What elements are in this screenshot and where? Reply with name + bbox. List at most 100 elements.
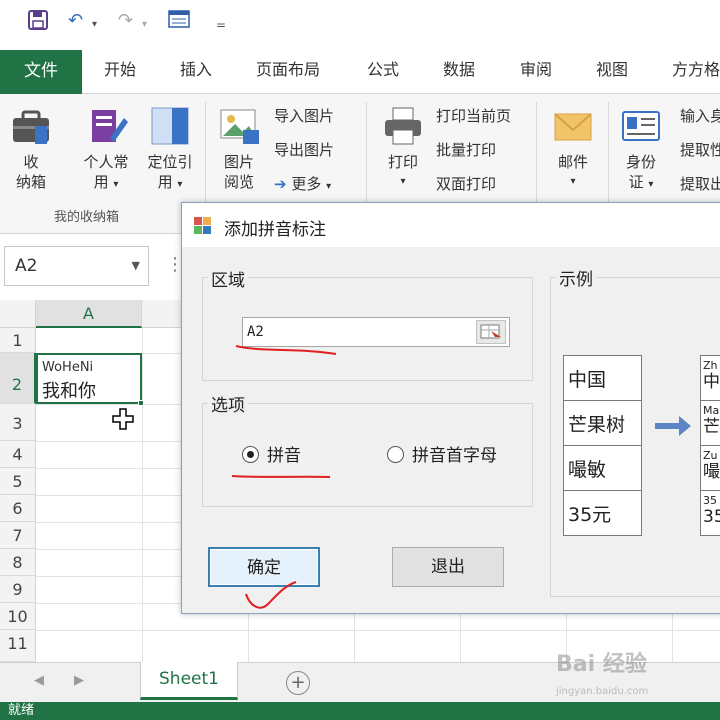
group-label-storage: 我的收纳箱: [54, 210, 120, 225]
baidu-watermark-url: jingyan.baidu.com: [556, 686, 649, 697]
example-legend: 示例: [556, 265, 596, 290]
import-picture-button[interactable]: 导入图片: [274, 106, 334, 126]
batch-print-button[interactable]: 批量打印: [436, 140, 496, 160]
save-icon[interactable]: [28, 10, 48, 36]
tab-file[interactable]: 文件: [0, 50, 82, 94]
chevron-down-icon: ▾: [113, 179, 119, 190]
example-output-pinyin: Zu: [703, 449, 718, 462]
row-header-5[interactable]: 5: [0, 468, 36, 495]
tab-home[interactable]: 开始: [104, 56, 136, 84]
example-output-cell: Zh 中: [700, 355, 720, 401]
example-output-pinyin: 35: [703, 494, 717, 507]
dialog-title: 添加拼音标注: [224, 220, 326, 240]
row-header-8[interactable]: 8: [0, 549, 36, 576]
status-bar: 就绪: [0, 702, 720, 720]
cell-cursor-icon: [112, 408, 134, 435]
personal-label-2: 用: [93, 173, 109, 191]
tab-review[interactable]: 审阅: [520, 56, 552, 84]
row-header-10[interactable]: 10: [0, 603, 36, 630]
storage-box-button[interactable]: 收 纳箱: [6, 104, 56, 192]
print-button[interactable]: 打印 ▾: [378, 104, 428, 192]
undo-dropdown-icon[interactable]: ▾: [92, 14, 97, 36]
storage-box-label-1: 收: [23, 153, 39, 171]
row-header-4[interactable]: 4: [0, 441, 36, 468]
tab-data[interactable]: 数据: [443, 56, 475, 84]
example-output-text: 芒: [703, 417, 720, 437]
id-card-label-2: 证: [628, 173, 644, 191]
redo-dropdown-icon[interactable]: ▾: [142, 14, 147, 36]
next-sheet-icon[interactable]: ▶: [74, 673, 84, 688]
radio-pinyin-label: 拼音: [267, 446, 301, 466]
id-card-icon: [619, 104, 663, 148]
personal-common-button[interactable]: 个人常 用 ▾: [76, 104, 136, 195]
extract-birth-button[interactable]: 提取出: [680, 174, 720, 194]
example-output-pinyin: Zh: [703, 359, 718, 372]
cell-a2[interactable]: WoHeNi 我和你: [36, 353, 144, 406]
sheet-tab-sheet1[interactable]: Sheet1: [140, 662, 238, 700]
gridline: [142, 328, 143, 662]
extract-gender-button[interactable]: 提取性: [680, 140, 720, 160]
radio-unselected-icon: [387, 445, 404, 463]
chevron-down-icon: ▾: [400, 176, 406, 187]
personal-label-1: 个人常: [83, 153, 129, 171]
row-header-9[interactable]: 9: [0, 576, 36, 603]
row-header-3[interactable]: 3: [0, 404, 36, 441]
column-header-b[interactable]: [142, 300, 182, 328]
undo-icon[interactable]: ↶: [68, 10, 83, 32]
range-select-button[interactable]: [476, 320, 506, 344]
prev-sheet-icon[interactable]: ◀: [34, 673, 44, 688]
radio-pinyin-initials[interactable]: 拼音首字母: [387, 445, 497, 467]
duplex-print-button[interactable]: 双面打印: [436, 174, 496, 194]
column-header-a[interactable]: A: [36, 300, 142, 328]
tab-fangfange[interactable]: 方方格: [672, 56, 720, 84]
picture-view-label-1: 图片: [223, 153, 254, 171]
row-header-7[interactable]: 7: [0, 522, 36, 549]
locate-reference-button[interactable]: 定位引 用 ▾: [140, 104, 200, 195]
picture-view-button[interactable]: 图片 阅览: [214, 104, 264, 192]
gridline: [36, 630, 720, 631]
toolbox-icon: [9, 104, 53, 148]
print-current-page-button[interactable]: 打印当前页: [436, 106, 511, 126]
name-box-value: A2: [15, 256, 38, 276]
locate-label-2: 用: [157, 173, 173, 191]
radio-pinyin[interactable]: 拼音: [242, 445, 301, 467]
region-legend: 区域: [208, 266, 248, 291]
add-sheet-icon[interactable]: +: [286, 671, 310, 695]
chevron-down-icon[interactable]: ▼: [132, 247, 140, 285]
chevron-down-icon: ▾: [177, 179, 183, 190]
redo-icon[interactable]: ↷: [118, 10, 133, 32]
form-icon[interactable]: [168, 10, 190, 34]
example-output-cell: 35 35: [700, 490, 720, 536]
row-header-11[interactable]: 11: [0, 630, 36, 662]
ribbon-tabs: 文件 开始 插入 页面布局 公式 数据 审阅 视图 方方格: [0, 46, 720, 94]
ok-button[interactable]: 确定: [208, 547, 320, 587]
tab-insert[interactable]: 插入: [180, 56, 212, 84]
tab-formulas[interactable]: 公式: [367, 56, 399, 84]
name-box[interactable]: A2 ▼: [4, 246, 149, 286]
id-card-button[interactable]: 身份 证 ▾: [616, 104, 666, 195]
mail-label: 邮件: [557, 153, 588, 171]
locate-icon: [148, 104, 192, 148]
more-button[interactable]: ➔ 更多 ▾: [274, 174, 331, 197]
radio-initials-label: 拼音首字母: [412, 446, 497, 466]
input-id-button[interactable]: 输入身: [680, 106, 720, 126]
chevron-down-icon: ▾: [326, 181, 332, 192]
tab-page-layout[interactable]: 页面布局: [256, 56, 320, 84]
select-all-corner[interactable]: [0, 300, 36, 328]
radio-selected-icon: [242, 445, 259, 463]
locate-label-1: 定位引: [147, 153, 193, 171]
tab-view[interactable]: 视图: [596, 56, 628, 84]
customize-toolbar-icon[interactable]: =: [216, 14, 226, 36]
arrow-right-icon: [653, 413, 693, 444]
more-label: 更多: [291, 175, 322, 193]
dialog-title-bar[interactable]: 添加拼音标注: [182, 203, 720, 247]
range-input[interactable]: A2: [242, 317, 510, 347]
row-header-1[interactable]: 1: [0, 328, 36, 353]
row-header-6[interactable]: 6: [0, 495, 36, 522]
exit-button[interactable]: 退出: [392, 547, 504, 587]
mail-button[interactable]: 邮件 ▾: [548, 104, 598, 192]
fill-handle[interactable]: [138, 400, 144, 406]
arrow-right-icon: ➔: [274, 175, 287, 193]
row-header-2[interactable]: 2: [0, 353, 36, 404]
export-picture-button[interactable]: 导出图片: [274, 140, 334, 160]
